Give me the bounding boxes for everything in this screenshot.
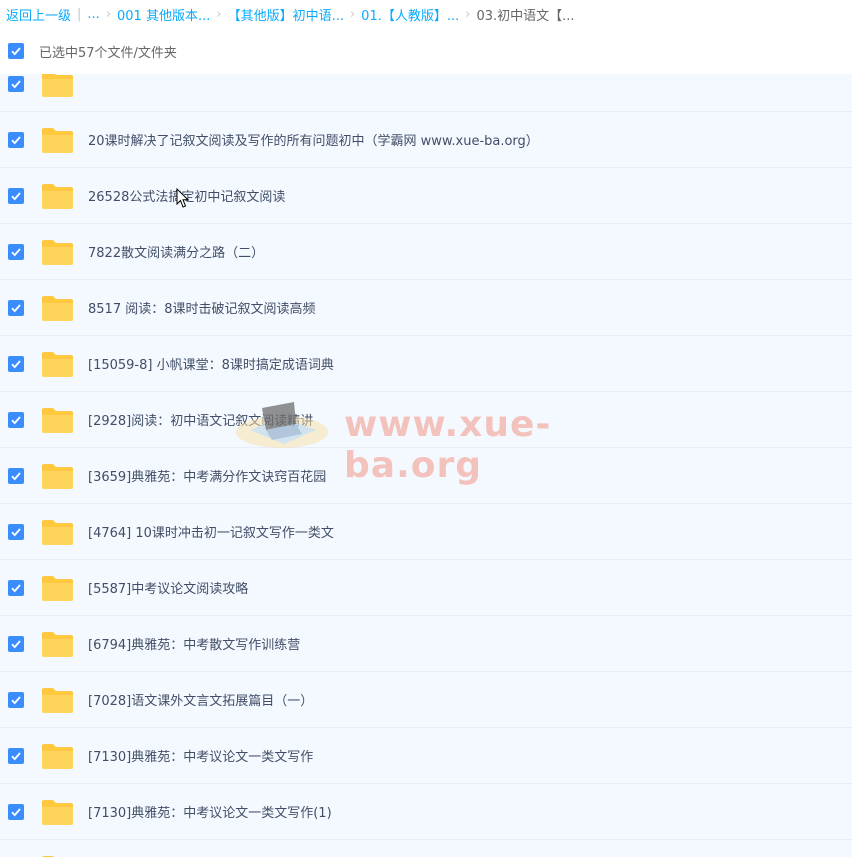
file-name[interactable]: 20课时解决了记叙文阅读及写作的所有问题初中（学霸网 www.xue-ba.or… — [88, 130, 539, 149]
folder-icon — [42, 74, 73, 97]
file-row[interactable]: 7822散文阅读满分之路（二） — [0, 224, 852, 280]
chevron-right-icon: › — [216, 6, 222, 22]
file-name[interactable]: 8517 阅读：8课时击破记叙文阅读高频 — [88, 298, 316, 317]
check-icon — [11, 471, 21, 480]
breadcrumb: 返回上一级 | ... › 001 其他版本... › 【其他版】初中语... … — [0, 0, 852, 28]
folder-icon — [42, 239, 73, 265]
row-checkbox[interactable] — [8, 635, 24, 652]
chevron-right-icon: › — [105, 6, 112, 22]
file-name[interactable]: [6794]典雅苑：中考散文写作训练营 — [88, 634, 300, 653]
row-checkbox[interactable] — [8, 411, 24, 428]
select-all-checkbox[interactable] — [8, 43, 24, 59]
breadcrumb-item[interactable]: 001 其他版本... — [117, 5, 210, 24]
file-name[interactable]: [15059-8] 小帆课堂：8课时搞定成语词典 — [88, 354, 334, 373]
chevron-right-icon: › — [465, 6, 471, 22]
file-list: 20课时解决了记叙文阅读及写作的所有问题初中（学霸网 www.xue-ba.or… — [0, 74, 852, 857]
row-checkbox[interactable] — [8, 747, 24, 764]
file-row[interactable]: [3659]典雅苑：中考满分作文诀窍百花园 — [0, 448, 852, 504]
file-name[interactable]: [7028]语文课外文言文拓展篇目（一） — [88, 690, 313, 709]
folder-icon — [42, 687, 73, 713]
row-checkbox[interactable] — [8, 803, 24, 820]
folder-icon — [42, 463, 73, 489]
folder-icon — [42, 127, 73, 153]
check-icon — [11, 79, 21, 88]
folder-icon — [42, 519, 73, 545]
breadcrumb-item[interactable]: 【其他版】初中语... — [228, 5, 344, 24]
file-row[interactable]: [5587]中考议论文阅读攻略 — [0, 560, 852, 616]
check-icon — [11, 527, 21, 536]
row-checkbox[interactable] — [8, 299, 24, 316]
back-link[interactable]: 返回上一级 — [6, 5, 71, 24]
chevron-right-icon: › — [349, 6, 356, 22]
file-row[interactable] — [0, 74, 852, 112]
check-icon — [11, 359, 21, 368]
breadcrumb-separator: | — [77, 6, 82, 22]
file-row[interactable]: 8517 阅读：8课时击破记叙文阅读高频 — [0, 280, 852, 336]
check-icon — [11, 751, 21, 760]
file-name[interactable]: [4764] 10课时冲击初一记叙文写作一类文 — [88, 522, 334, 541]
check-icon — [11, 191, 21, 200]
folder-icon — [42, 631, 73, 657]
file-row[interactable]: 26528公式法搞定初中记叙文阅读 — [0, 168, 852, 224]
folder-icon — [42, 855, 55, 857]
folder-icon — [42, 743, 73, 769]
row-checkbox[interactable] — [8, 523, 24, 540]
file-row[interactable]: [4764] 10课时冲击初一记叙文写作一类文 — [0, 504, 852, 560]
file-row[interactable]: [15059-8] 小帆课堂：8课时搞定成语词典 — [0, 336, 852, 392]
file-row[interactable]: [7028]语文课外文言文拓展篇目（一） — [0, 672, 852, 728]
check-icon — [11, 135, 21, 144]
mouse-cursor-icon — [176, 188, 190, 208]
check-icon — [11, 303, 21, 312]
row-checkbox[interactable] — [8, 243, 24, 260]
check-icon — [11, 583, 21, 592]
check-icon — [11, 807, 21, 816]
file-name[interactable]: [5587]中考议论文阅读攻略 — [88, 578, 248, 597]
breadcrumb-item[interactable]: 01.【人教版】... — [361, 5, 459, 24]
file-name[interactable]: [2928]阅读：初中语文记叙文阅读精讲 — [88, 410, 313, 429]
file-row[interactable]: [6794]典雅苑：中考散文写作训练营 — [0, 616, 852, 672]
row-checkbox[interactable] — [8, 75, 24, 92]
file-row[interactable]: [7130]典雅苑：中考议论文一类文写作(1) — [0, 784, 852, 840]
file-row[interactable]: [7130]典雅苑：中考议论文一类文写作 — [0, 728, 852, 784]
row-checkbox[interactable] — [8, 691, 24, 708]
breadcrumb-ellipsis[interactable]: ... — [87, 7, 99, 22]
file-row[interactable]: [2928]阅读：初中语文记叙文阅读精讲 — [0, 392, 852, 448]
check-icon — [11, 47, 21, 56]
check-icon — [11, 415, 21, 424]
file-name[interactable]: [3659]典雅苑：中考满分作文诀窍百花园 — [88, 466, 326, 485]
folder-icon — [42, 575, 73, 601]
row-checkbox[interactable] — [8, 467, 24, 484]
file-name[interactable]: [7130]典雅苑：中考议论文一类文写作(1) — [88, 802, 332, 821]
folder-icon — [42, 407, 73, 433]
row-checkbox[interactable] — [8, 579, 24, 596]
check-icon — [11, 247, 21, 256]
check-icon — [11, 639, 21, 648]
file-name[interactable]: 7822散文阅读满分之路（二） — [88, 242, 264, 261]
breadcrumb-current: 03.初中语文【... — [476, 8, 575, 24]
file-row[interactable]: [7130]典雅苑：中考议论文一类文写作(2) — [0, 840, 852, 857]
selection-bar: 已选中57个文件/文件夹 — [0, 28, 852, 74]
selection-count-label: 已选中57个文件/文件夹 — [39, 45, 177, 61]
folder-icon — [42, 295, 73, 321]
folder-icon — [42, 351, 73, 377]
folder-icon — [42, 799, 73, 825]
folder-icon — [42, 183, 73, 209]
row-checkbox[interactable] — [8, 131, 24, 148]
file-name[interactable]: [7130]典雅苑：中考议论文一类文写作 — [88, 746, 313, 765]
check-icon — [11, 695, 21, 704]
row-checkbox[interactable] — [8, 187, 24, 204]
row-checkbox[interactable] — [8, 355, 24, 372]
file-row[interactable]: 20课时解决了记叙文阅读及写作的所有问题初中（学霸网 www.xue-ba.or… — [0, 112, 852, 168]
